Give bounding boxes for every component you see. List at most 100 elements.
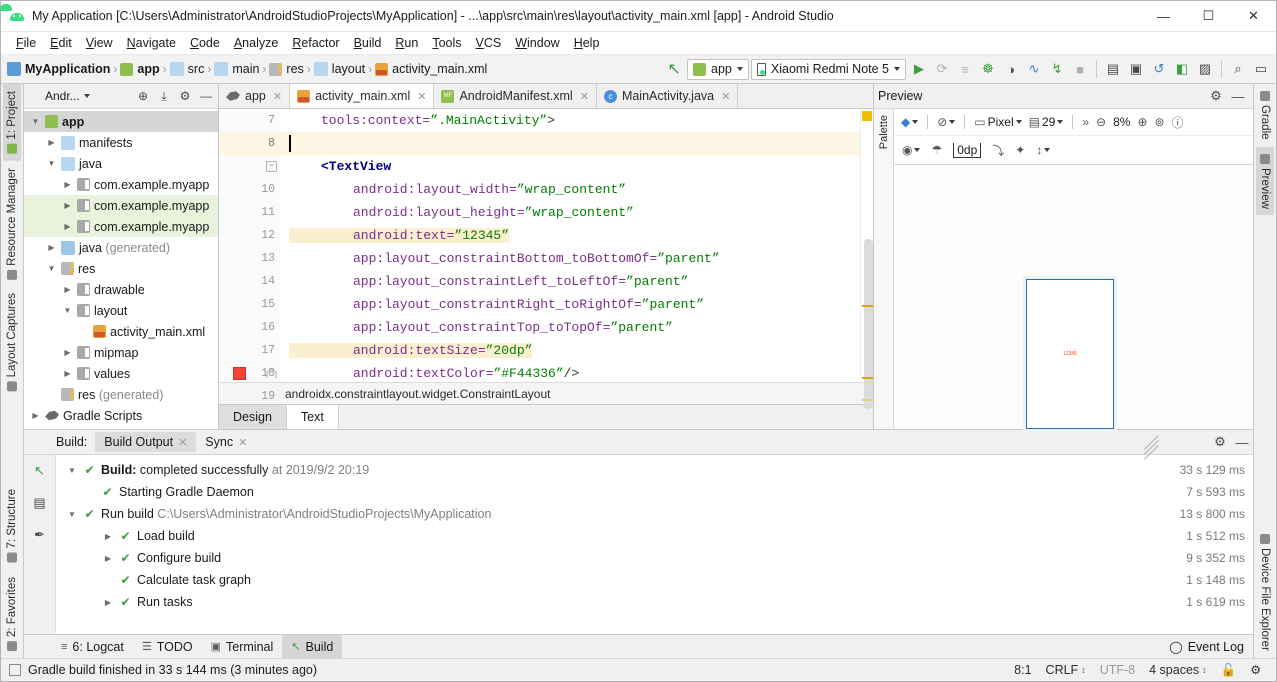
design-surface-mode-button[interactable]: ◆ — [899, 115, 920, 129]
tree-node-gradle-scripts[interactable]: ▶ Gradle Scripts — [24, 405, 218, 426]
breadcrumb-item-layout[interactable]: layout — [312, 62, 367, 76]
gutter-line-18[interactable]: 18 — [219, 362, 281, 385]
menu-item-tools[interactable]: Tools — [425, 34, 468, 52]
close-button[interactable]: ✕ — [1231, 1, 1276, 32]
chevron-right-icon[interactable]: ▶ — [46, 243, 57, 252]
tool-window-tab-1--project[interactable]: 1: Project — [3, 84, 21, 161]
build-output-row[interactable]: ▶ ✔ Configure build 9 s 352 ms — [56, 547, 1253, 569]
gutter-line-9[interactable]: 9− — [219, 155, 281, 178]
bottom-tab-todo[interactable]: ☰ TODO — [133, 635, 202, 658]
menu-item-run[interactable]: Run — [388, 34, 425, 52]
maximize-button[interactable]: ☐ — [1186, 1, 1231, 32]
chevron-down-icon[interactable]: ▼ — [66, 510, 78, 519]
chevron-right-icon[interactable]: ▶ — [62, 285, 73, 294]
sdk-manager-button[interactable]: ▤ — [1102, 58, 1124, 80]
tree-node-java[interactable]: ▶ java (generated) — [24, 237, 218, 258]
view-options-button[interactable]: ◉ — [900, 143, 922, 157]
rerun-build-button[interactable]: ↖ — [29, 460, 51, 482]
chevron-right-icon[interactable]: ▶ — [46, 138, 57, 147]
event-log-button[interactable]: ◯ Event Log — [1160, 635, 1253, 658]
menu-item-refactor[interactable]: Refactor — [285, 34, 346, 52]
chevron-right-icon[interactable]: ▶ — [62, 222, 73, 231]
profile-button[interactable]: ∿ — [1023, 58, 1045, 80]
breadcrumb-item-src[interactable]: src — [168, 62, 207, 76]
preview-hide-icon[interactable]: — — [1227, 85, 1249, 107]
stop-button[interactable]: ■ — [1069, 58, 1091, 80]
bottom-tab-build[interactable]: ↖ Build — [282, 635, 343, 658]
editor-tab-app[interactable]: app ✕ — [219, 84, 291, 108]
project-view-selector[interactable]: Andr... — [0, 4, 90, 103]
code-line-12[interactable]: android:text=”12345” — [281, 224, 860, 247]
code-line-11[interactable]: android:layout_height=”wrap_content” — [281, 201, 860, 224]
editor-scrollbar[interactable] — [864, 239, 873, 409]
unlocked-padlock-icon[interactable]: 🔓 — [1214, 663, 1244, 678]
tree-node-com-example-myapp[interactable]: ▶ com.example.myapp — [24, 174, 218, 195]
close-tab-icon[interactable]: ✕ — [273, 90, 282, 103]
chevron-right-icon[interactable]: ▶ — [102, 598, 114, 607]
zoom-out-button[interactable]: ⊖ — [1094, 115, 1108, 129]
chevron-right-icon[interactable]: ▶ — [62, 369, 73, 378]
code-line-13[interactable]: app:layout_constraintBottom_toBottomOf=”… — [281, 247, 860, 270]
chevron-down-icon[interactable]: ▼ — [30, 117, 41, 126]
project-structure-button[interactable]: ◧ — [1171, 58, 1193, 80]
inspection-status-icon[interactable] — [862, 111, 872, 121]
menu-item-file[interactable]: File — [9, 34, 43, 52]
close-tab-icon[interactable]: ✕ — [417, 90, 426, 103]
hide-panel-icon[interactable]: — — [198, 88, 214, 104]
gutter-line-7[interactable]: 7 — [219, 109, 281, 132]
menu-item-build[interactable]: Build — [347, 34, 389, 52]
breadcrumb-item-app[interactable]: app — [118, 62, 161, 76]
sync-gradle-button[interactable]: ↺ — [1148, 58, 1170, 80]
menu-item-help[interactable]: Help — [567, 34, 607, 52]
tree-node-res[interactable]: res (generated) — [24, 384, 218, 405]
gutter-line-16[interactable]: 16 — [219, 316, 281, 339]
palette-tab[interactable]: Palette — [876, 109, 892, 155]
tool-window-tab-device-file-explorer[interactable]: Device File Explorer — [1256, 527, 1274, 658]
build-output-tree[interactable]: ▼ ✔ Build: completed successfully at 2019/… — [56, 455, 1253, 634]
tool-window-tab-7--structure[interactable]: 7: Structure — [3, 482, 21, 569]
caret-position[interactable]: 8:1 — [1007, 663, 1038, 677]
tree-node-activity_main-xml[interactable]: activity_main.xml — [24, 321, 218, 342]
tree-node-com-example-myapp[interactable]: ▶ com.example.myapp — [24, 195, 218, 216]
indent-selector[interactable]: 4 spaces ↕ — [1142, 663, 1214, 677]
gutter-line-14[interactable]: 14 — [219, 270, 281, 293]
editor-marker-bar[interactable] — [860, 109, 873, 409]
chevron-right-icon[interactable]: ▶ — [102, 554, 114, 563]
zoom-level-label[interactable]: 8% — [1111, 115, 1132, 129]
chevron-down-icon[interactable]: ▼ — [46, 159, 57, 168]
build-settings-gear-icon[interactable]: ⚙ — [1209, 431, 1231, 453]
close-tab-icon[interactable]: ✕ — [238, 436, 247, 449]
fold-collapse-icon[interactable]: − — [266, 161, 277, 172]
code-line-10[interactable]: android:layout_width=”wrap_content” — [281, 178, 860, 201]
chevron-down-icon[interactable]: ▼ — [62, 306, 73, 315]
code-line-8[interactable] — [281, 132, 860, 155]
preview-canvas[interactable]: 12345 — [894, 165, 1253, 460]
close-tab-icon[interactable]: ✕ — [580, 90, 589, 103]
gutter-line-19[interactable]: 19 — [219, 385, 281, 408]
bottom-tab-6--logcat[interactable]: ≡ 6: Logcat — [52, 635, 133, 658]
toggle-view-button[interactable]: ▤ — [29, 492, 51, 514]
code-line-14[interactable]: app:layout_constraintLeft_toLeftOf=”pare… — [281, 270, 860, 293]
device-preview-frame[interactable]: 12345 — [1026, 279, 1114, 429]
editor-tab-androidmanifest-xml[interactable]: MF AndroidManifest.xml ✕ — [434, 84, 597, 108]
code-line-9[interactable]: <TextView — [281, 155, 860, 178]
menu-item-analyze[interactable]: Analyze — [227, 34, 285, 52]
avd-manager-button[interactable]: ▣ — [1125, 58, 1147, 80]
tree-node-layout[interactable]: ▼ layout — [24, 300, 218, 321]
build-tab-sync[interactable]: Sync ✕ — [196, 432, 256, 452]
zoom-in-button[interactable]: ⊕ — [1135, 115, 1149, 129]
pin-tab-button[interactable]: ✒ — [29, 524, 51, 546]
close-tab-icon[interactable]: ✕ — [178, 436, 187, 449]
breadcrumb-item-main[interactable]: main — [212, 62, 261, 76]
chevron-right-icon[interactable]: ▶ — [30, 411, 41, 420]
run-configuration-selector[interactable]: app — [687, 58, 749, 80]
editor-mode-tab-design[interactable]: Design — [219, 405, 287, 429]
chevron-right-icon[interactable]: ▶ — [102, 532, 114, 541]
breadcrumb-item-myapplication[interactable]: MyApplication — [5, 62, 112, 76]
build-tab-build-output[interactable]: Build Output ✕ — [95, 432, 197, 452]
tool-window-tab-resource-manager[interactable]: Resource Manager — [3, 161, 21, 287]
tool-window-tab-preview[interactable]: Preview — [1256, 146, 1274, 216]
chevron-down-icon[interactable]: ▼ — [66, 466, 78, 475]
tree-node-app[interactable]: ▼ app — [24, 111, 218, 132]
device-selector[interactable]: Xiaomi Redmi Note 5 — [750, 58, 906, 80]
